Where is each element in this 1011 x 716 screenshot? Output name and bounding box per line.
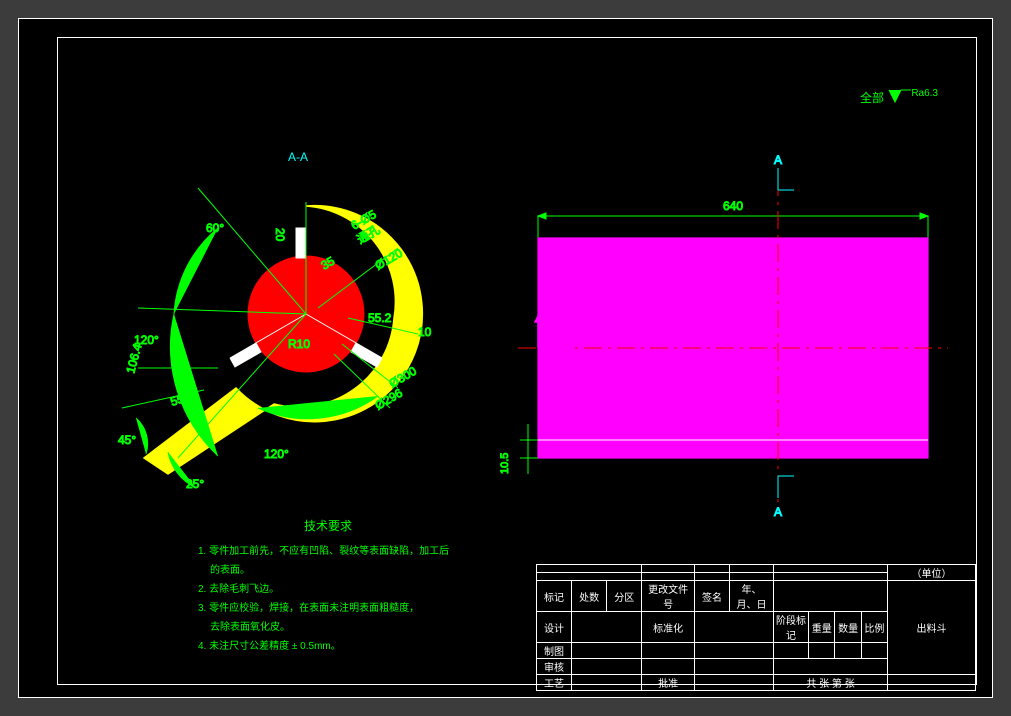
note-3: 3. 零件应校验，焊接，在表面未注明表面粗糙度， (198, 599, 458, 618)
tb-weight: 重量 (809, 612, 835, 643)
tb-sheet: 共 张 第 张 (774, 675, 888, 691)
cad-inner-frame: 全部 Ra6.3 A-A (57, 37, 977, 685)
tb-approve: 批准 (642, 675, 695, 691)
note-2: 2. 去除毛刺飞边。 (198, 580, 458, 599)
title-block: （单位） 标记 处数 分区 更改文件号 签名 年、月、日 出料斗 (536, 564, 976, 684)
tb-stage: 阶段标记 (774, 612, 809, 643)
dim-20: 20 (273, 228, 287, 242)
tb-qty: 数量 (835, 612, 861, 643)
tb-row-mark: 标记 (537, 581, 572, 612)
tb-draw: 制图 (537, 643, 572, 659)
note-1b: 的表面。 (198, 561, 458, 580)
dim-10-5: 10.5 (499, 453, 511, 474)
section-a-top: A (774, 153, 782, 167)
notes-header: 技术要求 (198, 515, 458, 538)
tb-row-sign: 签名 (695, 581, 730, 612)
tb-row-change: 更改文件号 (642, 581, 695, 612)
note-4: 4. 未注尺寸公差精度 ± 0.5mm。 (198, 637, 458, 656)
tb-scale: 比例 (861, 612, 887, 643)
dim-1064: 106.4 (123, 342, 144, 375)
tb-row-count: 处数 (572, 581, 607, 612)
dim-25: 25° (186, 477, 204, 491)
dim-r10: R10 (288, 337, 310, 351)
tb-row-date: 年、月、日 (730, 581, 774, 612)
note-3b: 去除表面氧化皮。 (198, 618, 458, 637)
tb-std: 标准化 (642, 612, 695, 643)
roughness-box: 全部 Ra6.3 (860, 88, 938, 106)
roughness-value: Ra6.3 (911, 88, 938, 99)
tb-unit: （单位） (888, 565, 976, 581)
dim-120b: 120° (264, 447, 289, 461)
section-a-bot: A (774, 505, 782, 519)
dim-552a: 55.2 (368, 311, 392, 325)
tb-proc: 工艺 (537, 675, 572, 691)
dim-10: 10 (418, 325, 432, 339)
roughness-prefix: 全部 (860, 91, 884, 105)
dim-640: 640 (723, 199, 743, 213)
tb-design: 设计 (537, 612, 572, 643)
right-view: 640 (498, 138, 968, 538)
tech-notes: 技术要求 1. 零件加工前先，不应有凹陷、裂纹等表面缺陷，加工后 的表面。 2.… (198, 515, 458, 656)
dim-60: 60° (206, 221, 224, 235)
cad-outer-frame: 全部 Ra6.3 A-A (18, 18, 993, 698)
left-view: 60° 120° 120° 25° 45° R10 Ø120 Ø300 Ø296… (78, 158, 508, 518)
tb-check: 审核 (537, 659, 572, 675)
note-1: 1. 零件加工前先，不应有凹陷、裂纹等表面缺陷，加工后 (198, 542, 458, 561)
tb-partname: 出料斗 (888, 581, 976, 675)
tb-row-zone: 分区 (607, 581, 642, 612)
dim-45: 45° (118, 433, 136, 447)
